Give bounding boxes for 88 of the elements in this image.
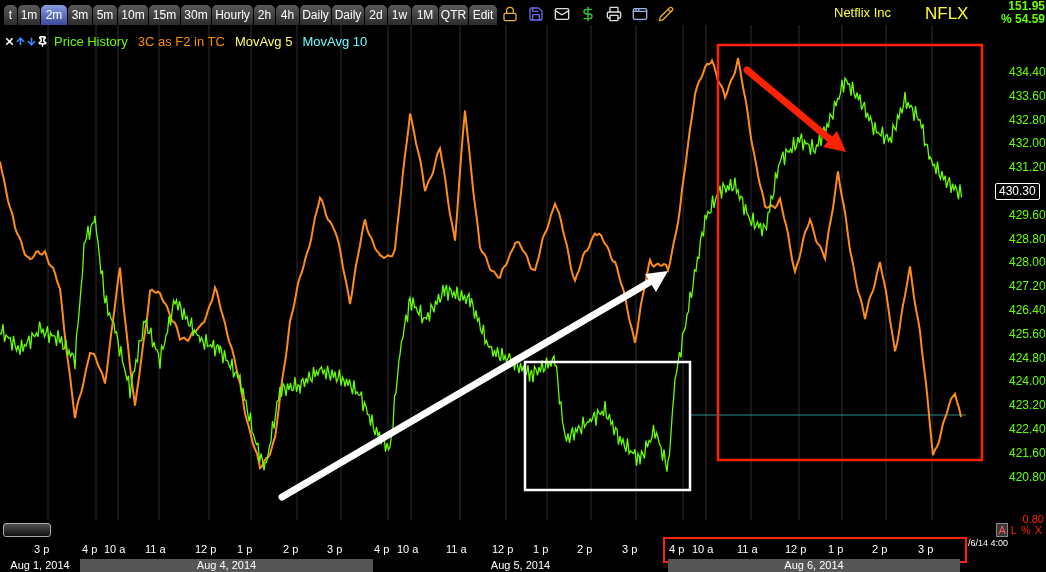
- timeframe-tab[interactable]: 15m: [149, 5, 180, 25]
- timeframe-tab[interactable]: Daily: [332, 5, 364, 25]
- price-axis-label: 434.40: [1009, 64, 1046, 81]
- time-axis-label: 12 p: [492, 542, 514, 557]
- time-axis-label: 3 p: [622, 542, 638, 557]
- window-icon[interactable]: [632, 6, 648, 22]
- scale-toggle[interactable]: A: [996, 523, 1008, 537]
- timeframe-tab[interactable]: Hourly: [212, 5, 253, 25]
- scale-toggle[interactable]: %: [1019, 524, 1032, 536]
- price-axis-label: 421.60: [1009, 444, 1046, 462]
- price-axis-label: 432.00: [1009, 135, 1046, 153]
- legend-item: 3C as F2 in TC: [137, 33, 225, 51]
- timeframe-tab[interactable]: 10m: [118, 5, 148, 25]
- price-axis-label: 426.40: [1009, 301, 1046, 319]
- pencil-icon[interactable]: [658, 6, 674, 22]
- date-label: Aug 1, 2014: [10, 559, 70, 572]
- scale-toggle[interactable]: X: [1033, 524, 1043, 536]
- end-time-label: /6/14 4:00: [968, 537, 1009, 550]
- indicator-value: 0.80: [1022, 512, 1044, 526]
- save-icon[interactable]: [528, 6, 544, 22]
- scrollbar-thumb[interactable]: [3, 523, 51, 537]
- scale-toggle[interactable]: L: [1009, 524, 1018, 536]
- printer-icon[interactable]: [606, 6, 622, 22]
- time-axis-label: 11 a: [737, 542, 758, 557]
- time-axis-label: 1 p: [828, 542, 844, 557]
- time-axis-label: 2 p: [283, 542, 299, 557]
- timeframe-tab[interactable]: 4h: [276, 5, 299, 25]
- price-axis-label: 428.00: [1009, 254, 1046, 272]
- timeframe-tab[interactable]: 1M: [412, 5, 438, 25]
- timeframe-tab[interactable]: 2d: [365, 5, 387, 25]
- price-axis-label: 423.20: [1009, 397, 1046, 415]
- price-axis-label: 428.80: [1009, 230, 1046, 248]
- percent-change: % 54.59: [1000, 11, 1045, 28]
- legend-item: Price History: [54, 33, 128, 51]
- last-price: 151.95: [1008, 0, 1045, 14]
- time-axis-label: 10 a: [104, 542, 126, 557]
- timeframe-tab[interactable]: 2m: [41, 5, 67, 25]
- time-axis-label: 10 a: [397, 542, 419, 557]
- legend-item: MovAvg 5: [234, 33, 293, 51]
- date-label: Aug 6, 2014: [784, 559, 844, 572]
- current-price-label: 430.30: [995, 183, 1040, 201]
- time-axis-label: 11 a: [446, 542, 467, 557]
- time-axis-label: 2 p: [872, 542, 888, 557]
- time-axis-label: 10 a: [692, 542, 714, 557]
- price-axis-label: 424.00: [1009, 373, 1046, 391]
- time-axis-label: 12 p: [195, 542, 217, 557]
- date-label: Aug 4, 2014: [196, 559, 257, 572]
- timeframe-tab[interactable]: Daily: [300, 5, 331, 25]
- price-axis-label: 427.20: [1009, 278, 1046, 296]
- timeframe-tab[interactable]: Edit: [469, 5, 497, 25]
- price-axis-label: 432.80: [1009, 111, 1046, 129]
- price-axis-label: 431.20: [1009, 159, 1046, 177]
- price-axis-label: 433.60: [1009, 87, 1046, 105]
- timeframe-tab[interactable]: 3m: [68, 5, 92, 25]
- time-axis-label: 4 p: [669, 542, 685, 557]
- legend-item: MovAvg 10: [302, 33, 368, 51]
- timeframe-tab[interactable]: 5m: [93, 5, 117, 25]
- time-axis-label: 4 p: [374, 542, 390, 557]
- time-axis-label: 11 a: [145, 542, 166, 557]
- lock-icon[interactable]: [502, 6, 518, 22]
- time-axis-label: 12 p: [785, 542, 807, 557]
- company-name: Netflix Inc: [834, 4, 892, 22]
- ticker-symbol: NFLX: [925, 3, 969, 25]
- price-axis-label: 425.60: [1009, 325, 1046, 343]
- timeframe-tab[interactable]: 30m: [181, 5, 211, 25]
- time-axis-label: 4 p: [82, 542, 98, 557]
- timeframe-tab[interactable]: 2h: [254, 5, 275, 25]
- price-axis-label: 424.80: [1009, 349, 1046, 367]
- arrow-up-icon[interactable]: [15, 36, 26, 48]
- time-axis-label: 1 p: [533, 542, 549, 557]
- timeframe-tab[interactable]: t: [4, 5, 17, 25]
- timeframe-tab[interactable]: 1w: [388, 5, 411, 25]
- price-axis-label: 429.60: [1009, 206, 1046, 224]
- arrow-down-icon[interactable]: [26, 36, 37, 48]
- time-axis-label: 1 p: [237, 542, 253, 557]
- time-axis-label: 3 p: [34, 542, 50, 557]
- date-label: Aug 5, 2014: [490, 559, 551, 572]
- timeframe-tab[interactable]: QTR: [439, 5, 468, 25]
- close-icon[interactable]: [4, 36, 15, 48]
- time-axis-label: 3 p: [327, 542, 343, 557]
- time-axis-label: 3 p: [918, 542, 934, 557]
- price-axis-label: 422.40: [1009, 420, 1046, 438]
- mail-icon[interactable]: [554, 6, 570, 22]
- price-axis-label: 420.80: [1009, 468, 1046, 486]
- time-axis-label: 2 p: [577, 542, 593, 557]
- dollar-icon[interactable]: [580, 6, 596, 22]
- timeframe-tab[interactable]: 1m: [18, 5, 40, 25]
- pin-icon[interactable]: [37, 36, 48, 48]
